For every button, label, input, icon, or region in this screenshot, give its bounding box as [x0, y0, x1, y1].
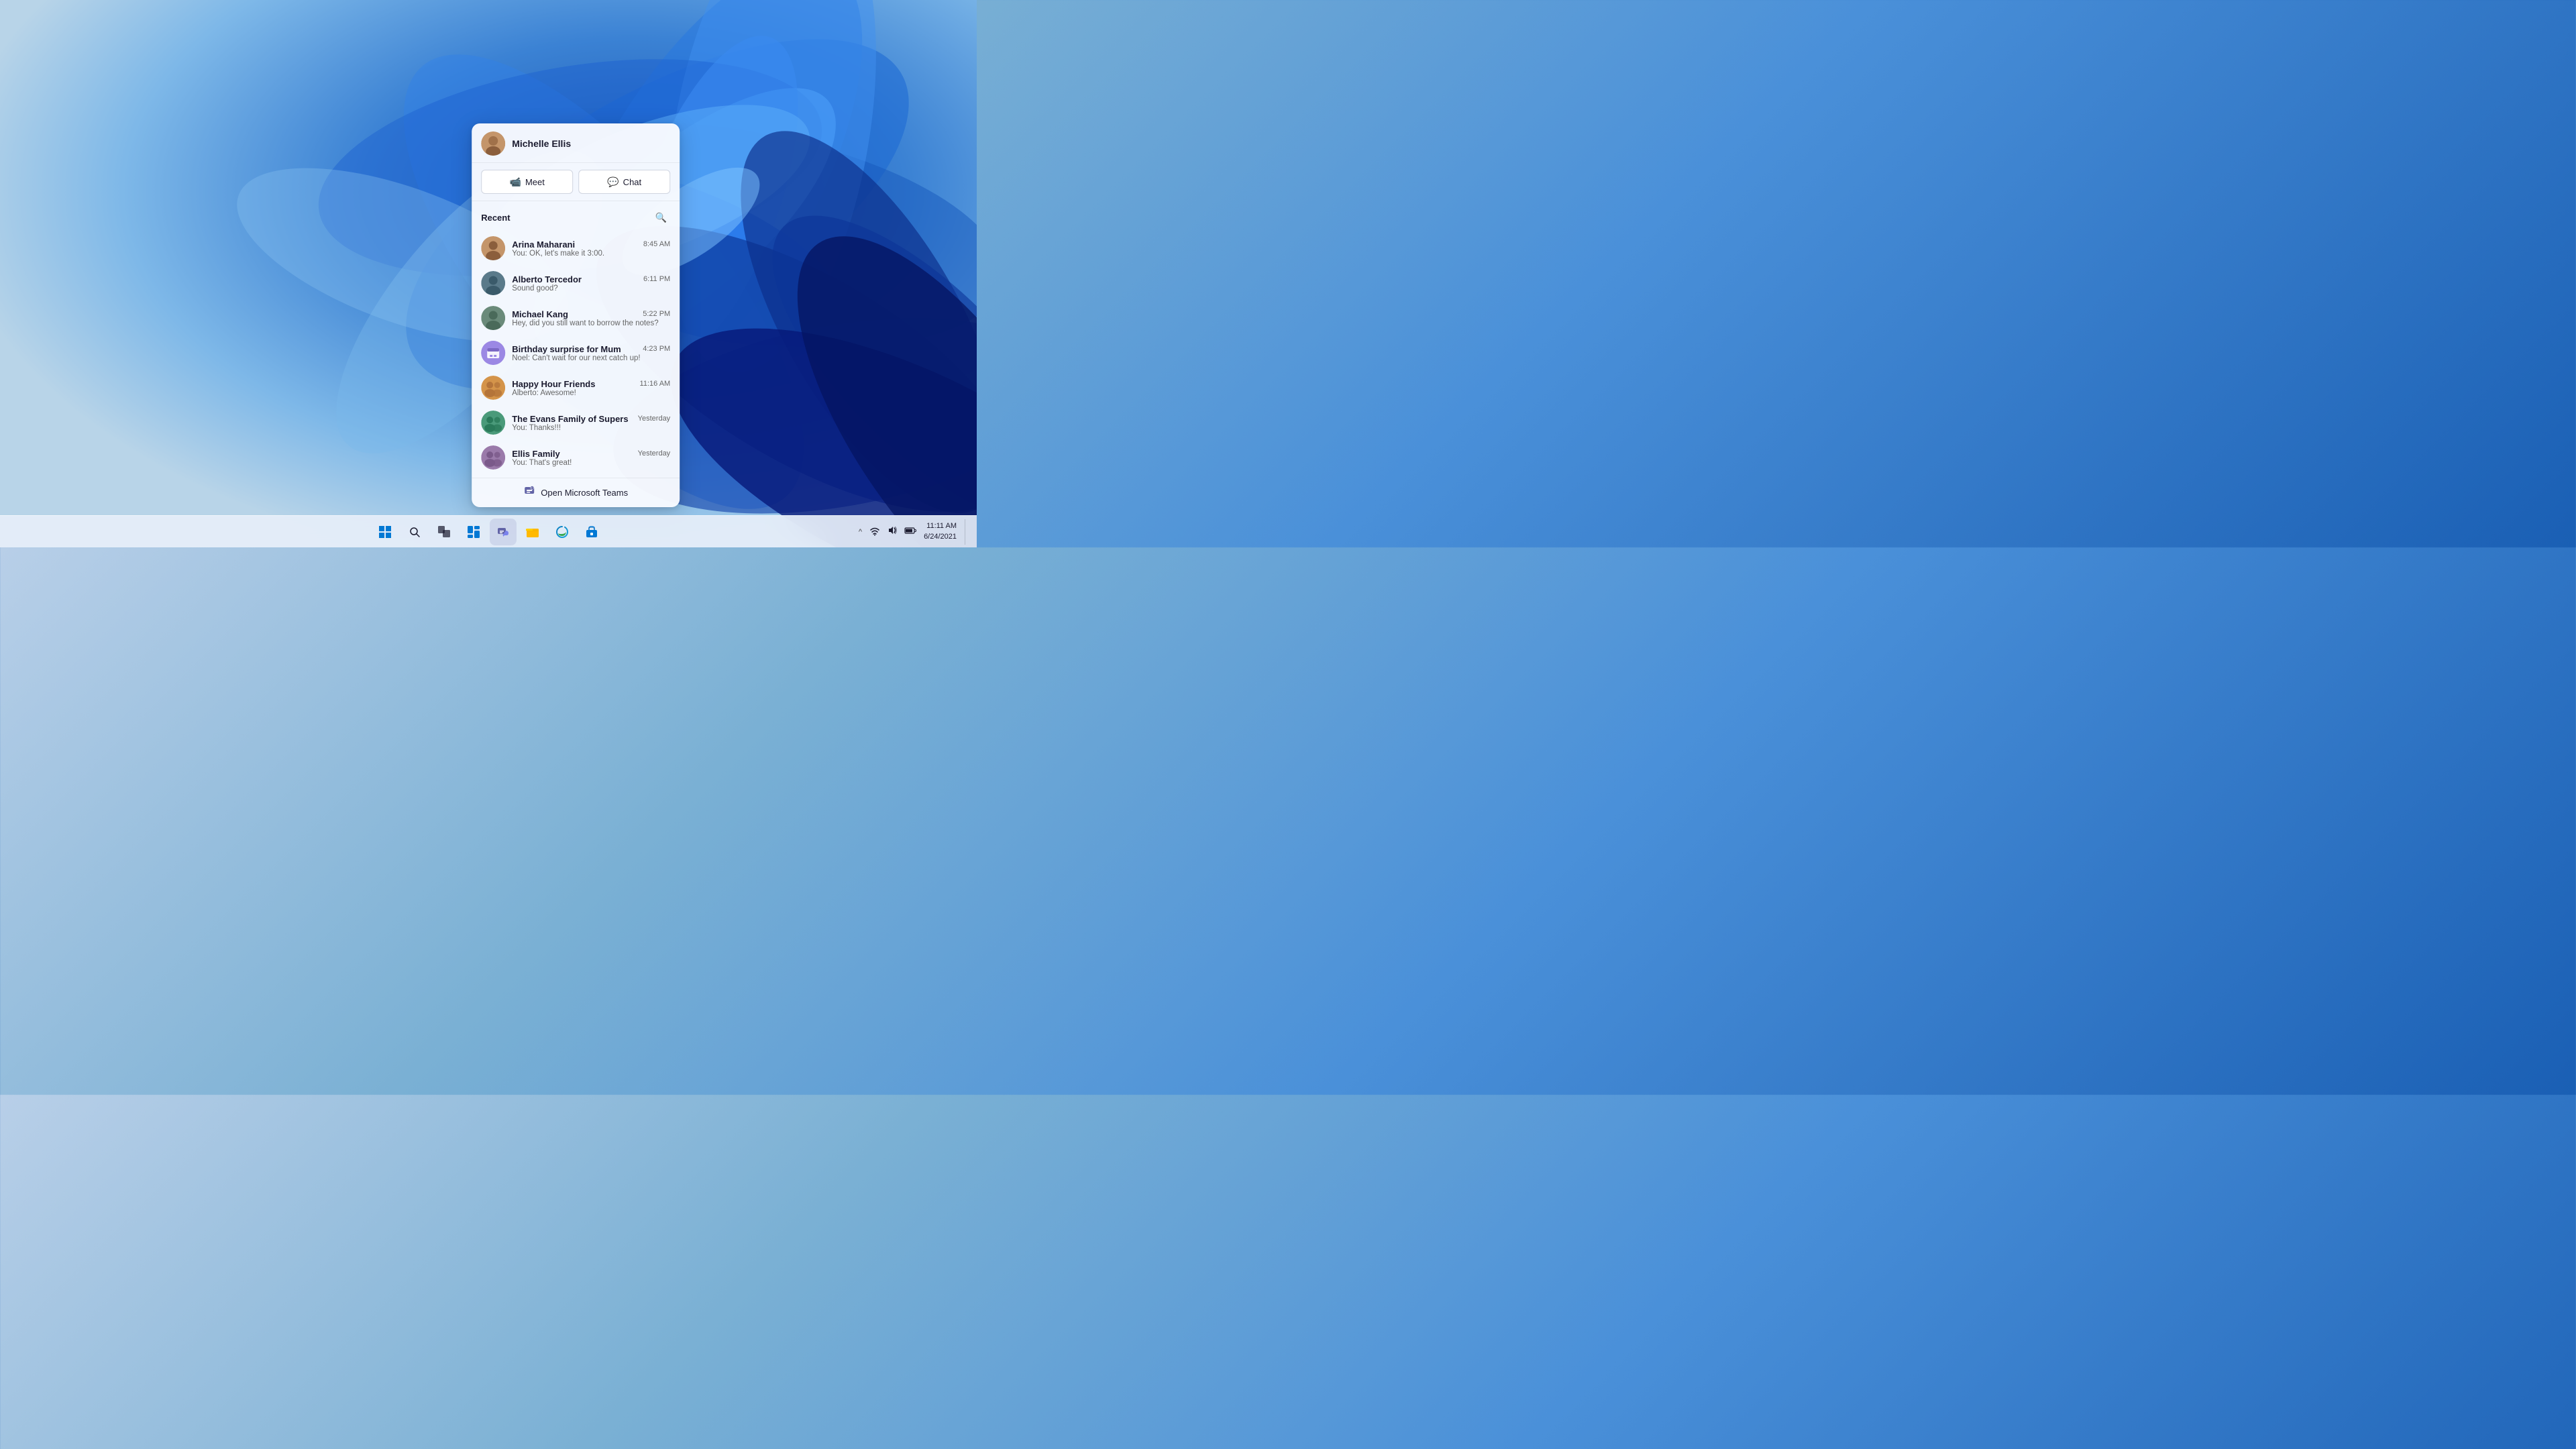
chat-list-item[interactable]: Ellis Family Yesterday You: That's great… [472, 440, 680, 475]
search-taskbar-button[interactable] [401, 519, 428, 545]
chat-list-item[interactable]: Michael Kang 5:22 PM Hey, did you still … [472, 301, 680, 335]
chat-preview: Alberto: Awesome! [512, 389, 670, 397]
task-view-button[interactable] [431, 519, 458, 545]
clock-time: 11:11 AM [924, 521, 957, 531]
recent-header: Recent 🔍 [472, 201, 680, 231]
taskbar: ^ [0, 515, 977, 547]
chat-time: Yesterday [638, 415, 671, 423]
chat-name: Birthday surprise for Mum [512, 344, 621, 354]
microsoft-store-button[interactable] [578, 519, 605, 545]
chat-name-row: Happy Hour Friends 11:16 AM [512, 379, 670, 389]
system-clock[interactable]: 11:11 AM 6/24/2021 [924, 521, 957, 542]
chat-preview: Hey, did you still want to borrow the no… [512, 319, 670, 327]
chat-list-item[interactable]: Alberto Tercedor 6:11 PM Sound good? [472, 266, 680, 301]
video-icon: 📹 [510, 176, 521, 188]
chat-avatar [481, 445, 505, 470]
chat-info: Arina Maharani 8:45 AM You: OK, let's ma… [512, 239, 670, 258]
chat-time: 5:22 PM [643, 310, 670, 318]
recent-label: Recent [481, 213, 510, 223]
chat-name-row: Alberto Tercedor 6:11 PM [512, 274, 670, 284]
edge-browser-button[interactable] [549, 519, 576, 545]
open-teams-label: Open Microsoft Teams [541, 488, 628, 498]
chat-list-item[interactable]: Happy Hour Friends 11:16 AM Alberto: Awe… [472, 370, 680, 405]
chat-list: Arina Maharani 8:45 AM You: OK, let's ma… [472, 231, 680, 478]
recent-section: Recent 🔍 Arina Maharani 8:45 AM You: O [472, 201, 680, 478]
system-tray: ^ [856, 519, 969, 545]
chat-list-item[interactable]: Birthday surprise for Mum 4:23 PM Noel: … [472, 335, 680, 370]
chat-avatar [481, 271, 505, 295]
chat-info: The Evans Family of Supers Yesterday You… [512, 414, 670, 432]
file-explorer-button[interactable] [519, 519, 546, 545]
chat-name: Arina Maharani [512, 239, 575, 250]
chat-preview: Sound good? [512, 284, 670, 292]
start-button[interactable] [372, 519, 398, 545]
chat-name: Ellis Family [512, 449, 560, 459]
chat-name-row: The Evans Family of Supers Yesterday [512, 414, 670, 424]
taskbar-center [372, 519, 605, 545]
chat-avatar [481, 411, 505, 435]
chat-info: Michael Kang 5:22 PM Hey, did you still … [512, 309, 670, 327]
chat-info: Birthday surprise for Mum 4:23 PM Noel: … [512, 344, 670, 362]
chat-name-row: Michael Kang 5:22 PM [512, 309, 670, 319]
chat-list-item[interactable]: Arina Maharani 8:45 AM You: OK, let's ma… [472, 231, 680, 266]
panel-header: Michelle Ellis [472, 123, 680, 163]
teams-icon: T [523, 485, 535, 500]
chat-avatar [481, 341, 505, 365]
teams-chat-taskbar-button[interactable] [490, 519, 517, 545]
chat-name: Alberto Tercedor [512, 274, 582, 284]
chat-time: 4:23 PM [643, 345, 670, 353]
chat-preview: You: That's great! [512, 459, 670, 467]
chat-name-row: Arina Maharani 8:45 AM [512, 239, 670, 250]
show-hidden-icons-button[interactable]: ^ [856, 525, 865, 539]
chat-info: Happy Hour Friends 11:16 AM Alberto: Awe… [512, 379, 670, 397]
widgets-button[interactable] [460, 519, 487, 545]
volume-icon[interactable] [885, 523, 900, 540]
chat-icon: 💬 [607, 176, 619, 188]
chat-name: The Evans Family of Supers [512, 414, 628, 424]
user-avatar [481, 131, 505, 156]
show-desktop-button[interactable] [965, 519, 969, 545]
chat-name: Michael Kang [512, 309, 568, 319]
user-name: Michelle Ellis [512, 138, 571, 149]
chat-time: 11:16 AM [640, 380, 671, 388]
avatar-image [481, 131, 505, 156]
chat-time: Yesterday [638, 449, 671, 458]
wifi-icon[interactable] [867, 523, 882, 540]
open-teams-button[interactable]: T Open Microsoft Teams [472, 478, 680, 507]
chat-preview: Noel: Can't wait for our next catch up! [512, 354, 670, 362]
action-buttons-container: 📹 Meet 💬 Chat [472, 163, 680, 201]
search-button[interactable]: 🔍 [651, 208, 670, 227]
chat-avatar [481, 236, 505, 260]
chat-panel: Michelle Ellis 📹 Meet 💬 Chat Recent 🔍 [472, 123, 680, 507]
tray-icons: ^ [856, 523, 918, 540]
meet-label: Meet [525, 177, 545, 187]
chat-avatar [481, 376, 505, 400]
chat-button[interactable]: 💬 Chat [578, 170, 670, 194]
chat-time: 6:11 PM [643, 275, 670, 283]
chat-preview: You: Thanks!!! [512, 424, 670, 432]
chat-info: Ellis Family Yesterday You: That's great… [512, 449, 670, 467]
clock-date: 6/24/2021 [924, 532, 957, 542]
chat-name-row: Ellis Family Yesterday [512, 449, 670, 459]
chat-info: Alberto Tercedor 6:11 PM Sound good? [512, 274, 670, 292]
meet-button[interactable]: 📹 Meet [481, 170, 573, 194]
battery-icon[interactable] [902, 523, 918, 540]
chat-list-item[interactable]: The Evans Family of Supers Yesterday You… [472, 405, 680, 440]
chat-label: Chat [623, 177, 641, 187]
svg-text:T: T [531, 487, 533, 490]
chat-avatar [481, 306, 505, 330]
chat-name-row: Birthday surprise for Mum 4:23 PM [512, 344, 670, 354]
chat-preview: You: OK, let's make it 3:00. [512, 250, 670, 258]
chat-name: Happy Hour Friends [512, 379, 595, 389]
chat-time: 8:45 AM [643, 240, 670, 248]
